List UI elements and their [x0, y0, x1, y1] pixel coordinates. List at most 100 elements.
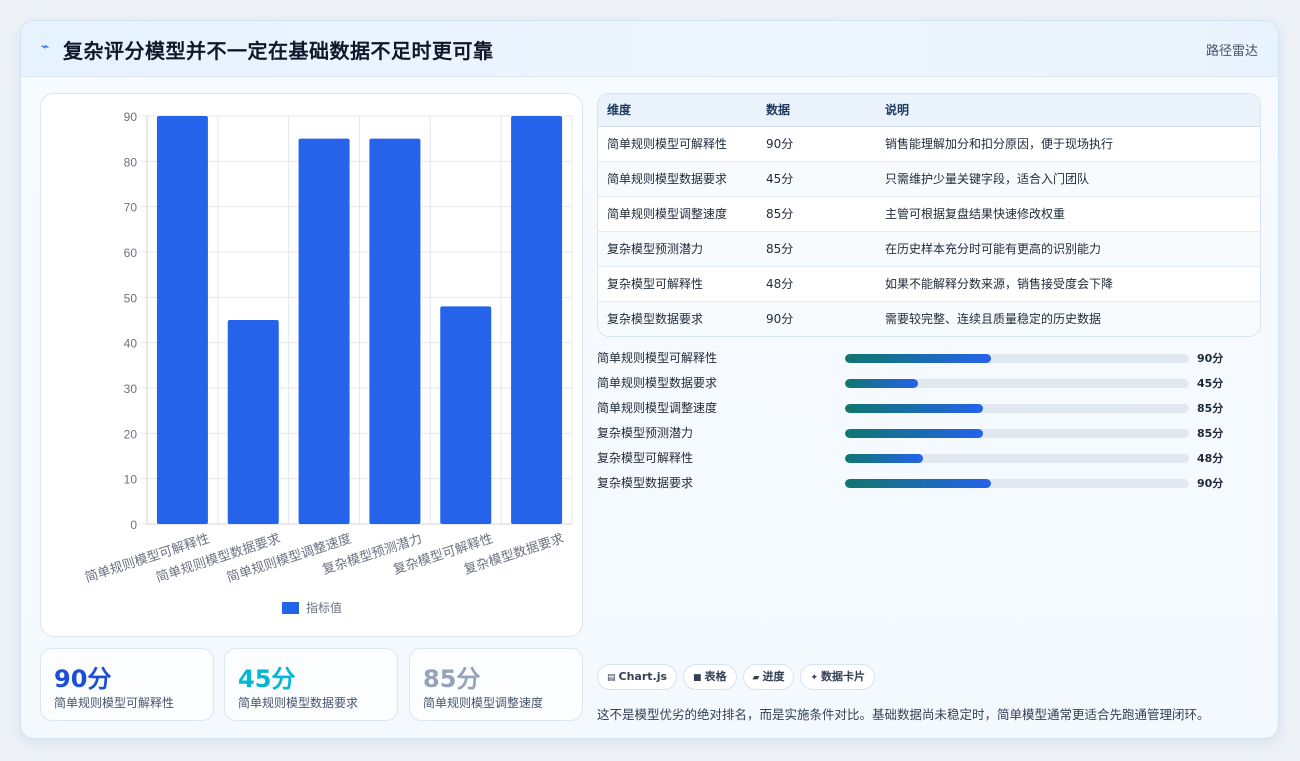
- progress-label: 复杂模型预测潜力: [597, 426, 694, 440]
- bar-chart: 0 10 20 30 40 50 60 70 80 90 简单规则模型可解释性 简单规则模型数据要求简…: [40, 93, 583, 637]
- bar: [369, 138, 421, 524]
- table-header: 维度: [598, 94, 757, 127]
- chart-icon: ▤: [607, 673, 616, 683]
- table-cell: 复杂模型可解释性: [598, 266, 757, 302]
- progress-fill: [845, 454, 923, 463]
- progress-row: 复杂模型数据要求 90分: [597, 472, 1257, 497]
- table-cell: 复杂模型预测潜力: [598, 231, 757, 267]
- table-header: 数据: [757, 94, 876, 127]
- y-tick-label: 0: [130, 518, 137, 532]
- table-cell: 销售能理解加分和扣分原因，便于现场执行: [876, 126, 1260, 162]
- bar: [511, 116, 563, 524]
- progress-track: [845, 404, 1189, 413]
- stat-card-1: 90分 简单规则模型可解释性: [40, 648, 214, 721]
- progress-row: 复杂模型预测潜力 85分: [597, 422, 1257, 447]
- y-tick-label: 90: [124, 110, 138, 124]
- progress-value: 45分: [1197, 377, 1224, 390]
- stat-label: 简单规则模型调整速度: [423, 696, 544, 710]
- main-card: ⌁ 复杂评分模型并不一定在基础数据不足时更可靠 路径雷达 0 10 20 30 40 50…: [20, 20, 1279, 739]
- progress-track: [845, 379, 1189, 388]
- table-row: 复杂模型可解释性 48分 如果不能解释分数来源，销售接受度会下降: [598, 266, 1260, 302]
- table-row: 简单规则模型调整速度 85分 主管可根据复盘结果快速修改权重: [598, 196, 1260, 232]
- progress-row: 复杂模型可解释性 48分: [597, 447, 1257, 472]
- y-tick-label: 80: [124, 155, 138, 169]
- table-cell: 复杂模型数据要求: [607, 312, 704, 327]
- y-tick-label: 70: [124, 201, 138, 215]
- table-icon: ■: [693, 673, 702, 683]
- card-icon: ✦: [810, 673, 819, 683]
- progress-list: 简单规则模型可解释性 90分 简单规则模型数据要求 45分 简单规则模型调整速度…: [597, 347, 1257, 497]
- y-tick-label: 60: [124, 246, 138, 260]
- table-cell: 只需维护少量关键字段，适合入门团队: [876, 161, 1260, 197]
- progress-track: [845, 479, 1189, 488]
- bar-chart-svg: 0102030405060708090简单规则模型可解释性简单规则模型数据要求简…: [83, 110, 573, 615]
- bar: [298, 138, 350, 524]
- progress-track: [845, 429, 1189, 438]
- stat-value: 90分: [54, 665, 112, 693]
- table-cell: 90分: [766, 312, 794, 327]
- table-row: 简单规则模型数据要求 45分 只需维护少量关键字段，适合入门团队: [598, 161, 1260, 197]
- path-radar-link[interactable]: 路径雷达: [1206, 40, 1258, 59]
- progress-value: 90分: [1197, 352, 1224, 365]
- stat-value: 85分: [423, 665, 481, 693]
- y-tick-label: 50: [124, 291, 138, 305]
- table-cell: 90分: [757, 126, 876, 162]
- progress-track: [845, 354, 1189, 363]
- chip-label: Chart.js: [618, 670, 668, 683]
- progress-value: 85分: [1197, 427, 1224, 440]
- progress-label: 简单规则模型数据要求: [597, 376, 718, 390]
- chip-label: 进度: [762, 670, 785, 683]
- page-title: 复杂评分模型并不一定在基础数据不足时更可靠: [63, 39, 494, 63]
- progress-label: 复杂模型可解释性: [597, 451, 694, 465]
- table-header: 说明: [876, 94, 1260, 127]
- table-cell: 48分: [757, 266, 876, 302]
- progress-fill: [845, 479, 992, 488]
- data-table: 维度 数据 说明 简单规则模型可解释性 90分 销售能理解加分和扣分原因，便于现…: [597, 93, 1261, 337]
- stat-label: 简单规则模型数据要求: [238, 696, 359, 710]
- bar: [156, 116, 208, 524]
- table-cell: 45分: [757, 161, 876, 197]
- chip-label: 数据卡片: [821, 670, 866, 683]
- progress-fill: [845, 429, 983, 438]
- table-header-row: 维度 数据 说明: [598, 94, 1260, 127]
- progress-row: 简单规则模型调整速度 85分: [597, 397, 1257, 422]
- table-cell: 85分: [757, 231, 876, 267]
- y-tick-label: 10: [124, 473, 138, 487]
- y-tick-label: 40: [124, 337, 138, 351]
- progress-label: 复杂模型数据要求: [597, 476, 694, 490]
- stat-label: 简单规则模型可解释性: [54, 696, 175, 710]
- table-row: 简单规则模型可解释性 90分 销售能理解加分和扣分原因，便于现场执行: [598, 126, 1260, 162]
- legend-label: 指标值: [306, 600, 342, 615]
- progress-fill: [845, 379, 919, 388]
- bar: [227, 320, 279, 524]
- chip-chartjs[interactable]: ▤ Chart.js: [597, 664, 678, 690]
- table-cell: 简单规则模型数据要求: [598, 161, 757, 197]
- progress-fill: [845, 354, 992, 363]
- stat-card-3: 85分 简单规则模型调整速度: [409, 648, 583, 721]
- y-tick-label: 20: [124, 427, 138, 441]
- chip-label: 表格: [704, 670, 727, 683]
- table-row: 复杂模型预测潜力 85分 在历史样本充分时可能有更高的识别能力: [598, 231, 1260, 267]
- y-tick-label: 30: [124, 382, 138, 396]
- progress-value: 48分: [1197, 452, 1224, 465]
- chip-progress[interactable]: ▰ 进度: [742, 664, 795, 690]
- lightning-icon: ⌁: [41, 39, 50, 55]
- table-cell: 85分: [757, 196, 876, 232]
- progress-icon: ▰: [752, 673, 760, 683]
- chip-table[interactable]: ■ 表格: [683, 664, 737, 690]
- stat-value: 45分: [238, 665, 296, 693]
- chip-data-card[interactable]: ✦ 数据卡片: [800, 664, 876, 690]
- progress-value: 90分: [1197, 477, 1224, 490]
- progress-label: 简单规则模型可解释性: [597, 351, 718, 365]
- progress-fill: [845, 404, 983, 413]
- progress-label: 简单规则模型调整速度: [597, 401, 718, 415]
- header: ⌁ 复杂评分模型并不一定在基础数据不足时更可靠 路径雷达: [21, 21, 1278, 77]
- table-cell: 需要较完整、连续且质量稳定的历史数据: [885, 312, 1102, 327]
- tag-chips: ▤ Chart.js ■ 表格 ▰ 进度 ✦ 数据卡片: [597, 664, 881, 690]
- progress-track: [845, 454, 1189, 463]
- progress-row: 简单规则模型数据要求 45分: [597, 372, 1257, 397]
- progress-row: 简单规则模型可解释性 90分: [597, 347, 1257, 372]
- bar: [440, 306, 492, 524]
- table-cell: 如果不能解释分数来源，销售接受度会下降: [876, 266, 1260, 302]
- progress-value: 85分: [1197, 402, 1224, 415]
